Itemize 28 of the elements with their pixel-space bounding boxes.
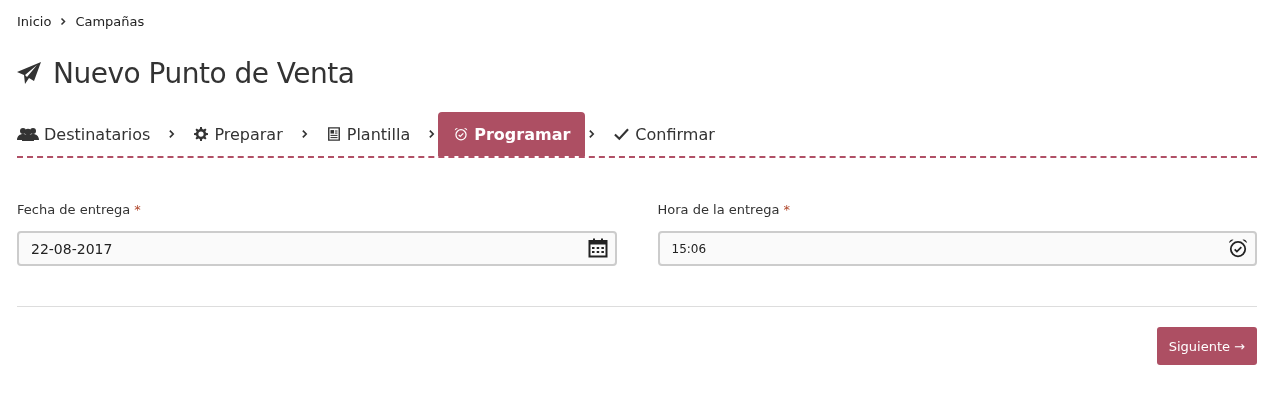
step-tab[interactable]: Preparar [178, 112, 298, 156]
chevron-icon [588, 129, 596, 139]
step-tab[interactable]: Destinatarios [17, 112, 166, 156]
step-tab[interactable]: Plantilla [310, 112, 426, 156]
step-tab[interactable]: Programar [438, 112, 586, 156]
calendar-icon [587, 238, 608, 258]
document-icon [325, 127, 342, 141]
next-button[interactable]: Siguiente → [1156, 327, 1257, 365]
check-icon [613, 127, 631, 141]
users-icon [17, 127, 39, 141]
breadcrumb-link[interactable]: Inicio [17, 13, 52, 29]
required-mark: * [783, 202, 790, 217]
page-title: Nuevo Punto de Venta [53, 56, 355, 90]
settings-icon [193, 127, 210, 141]
chevron-icon [428, 129, 436, 139]
chevron-icon [300, 129, 308, 139]
field-label: Hora de la entrega [657, 202, 780, 217]
paper-plane-icon [17, 62, 41, 84]
chevron-icon [168, 129, 176, 139]
breadcrumb-link[interactable]: Campañas [75, 13, 145, 29]
input-field[interactable]: 15:06 [657, 231, 1257, 266]
alarm-clock-icon [1228, 238, 1248, 258]
required-mark: * [134, 202, 141, 217]
step-tab[interactable]: Confirmar [598, 112, 730, 156]
alarm-clock-icon [453, 127, 470, 141]
input-field[interactable]: 22-08-2017 [17, 231, 617, 266]
chevron-icon [60, 16, 67, 26]
field-label: Fecha de entrega [17, 202, 131, 217]
